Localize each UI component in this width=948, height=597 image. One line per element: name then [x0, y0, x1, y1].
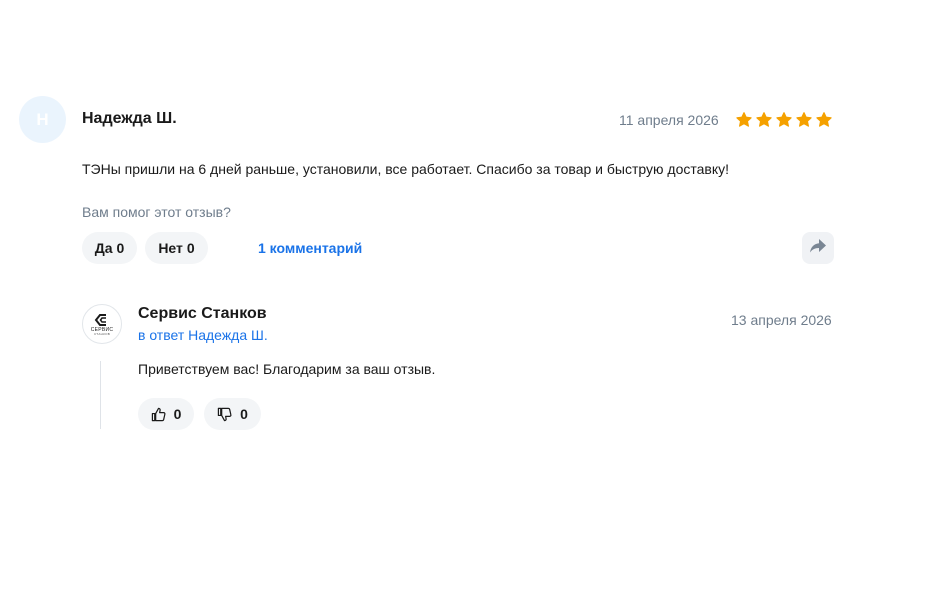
- avatar-initial: Н: [36, 109, 49, 129]
- like-button[interactable]: 0: [138, 398, 194, 430]
- helpful-yes-count: 0: [116, 240, 125, 256]
- helpful-no-count: 0: [186, 240, 195, 256]
- share-icon: [810, 238, 826, 258]
- reply-to-link[interactable]: в ответ Надежда Ш.: [138, 327, 268, 343]
- star-icon: [775, 111, 793, 129]
- dislike-count: 0: [240, 406, 248, 422]
- star-icon: [815, 111, 833, 129]
- seller-logo-subtext: СТАНКОВ: [93, 331, 111, 336]
- reply-date: 13 апреля 2026: [731, 312, 832, 328]
- thumbs-up-icon: [151, 407, 166, 422]
- user-avatar: Н: [19, 96, 66, 143]
- helpful-yes-label: Да: [94, 240, 113, 256]
- comments-link[interactable]: 1 комментарий: [258, 240, 362, 256]
- rating-stars: [735, 111, 833, 129]
- helpful-yes-button[interactable]: Да 0: [82, 232, 137, 264]
- seller-logo-mark-icon: [94, 313, 106, 326]
- like-count: 0: [173, 406, 182, 422]
- review-author: Надежда Ш.: [82, 110, 177, 127]
- helpful-no-label: Нет: [158, 240, 183, 256]
- helpful-question: Вам помог этот отзыв?: [82, 204, 231, 220]
- seller-logo: СЕРВИС СТАНКОВ: [82, 304, 122, 344]
- star-icon: [735, 111, 753, 129]
- thumbs-down-icon: [217, 407, 232, 422]
- reply-thread-line: [100, 361, 101, 429]
- review-date: 11 апреля 2026: [619, 112, 719, 128]
- dislike-button[interactable]: 0: [204, 398, 261, 430]
- share-button[interactable]: [802, 232, 834, 264]
- star-icon: [795, 111, 813, 129]
- review-card: Н Надежда Ш. 11 апреля 2026 ТЭНы пришли …: [0, 0, 948, 597]
- reply-text: Приветствуем вас! Благодарим за ваш отзы…: [138, 361, 436, 377]
- helpful-no-button[interactable]: Нет 0: [145, 232, 208, 264]
- star-icon: [755, 111, 773, 129]
- review-text: ТЭНы пришли на 6 дней раньше, установили…: [82, 161, 730, 177]
- reply-author: Сервис Станков: [138, 305, 267, 322]
